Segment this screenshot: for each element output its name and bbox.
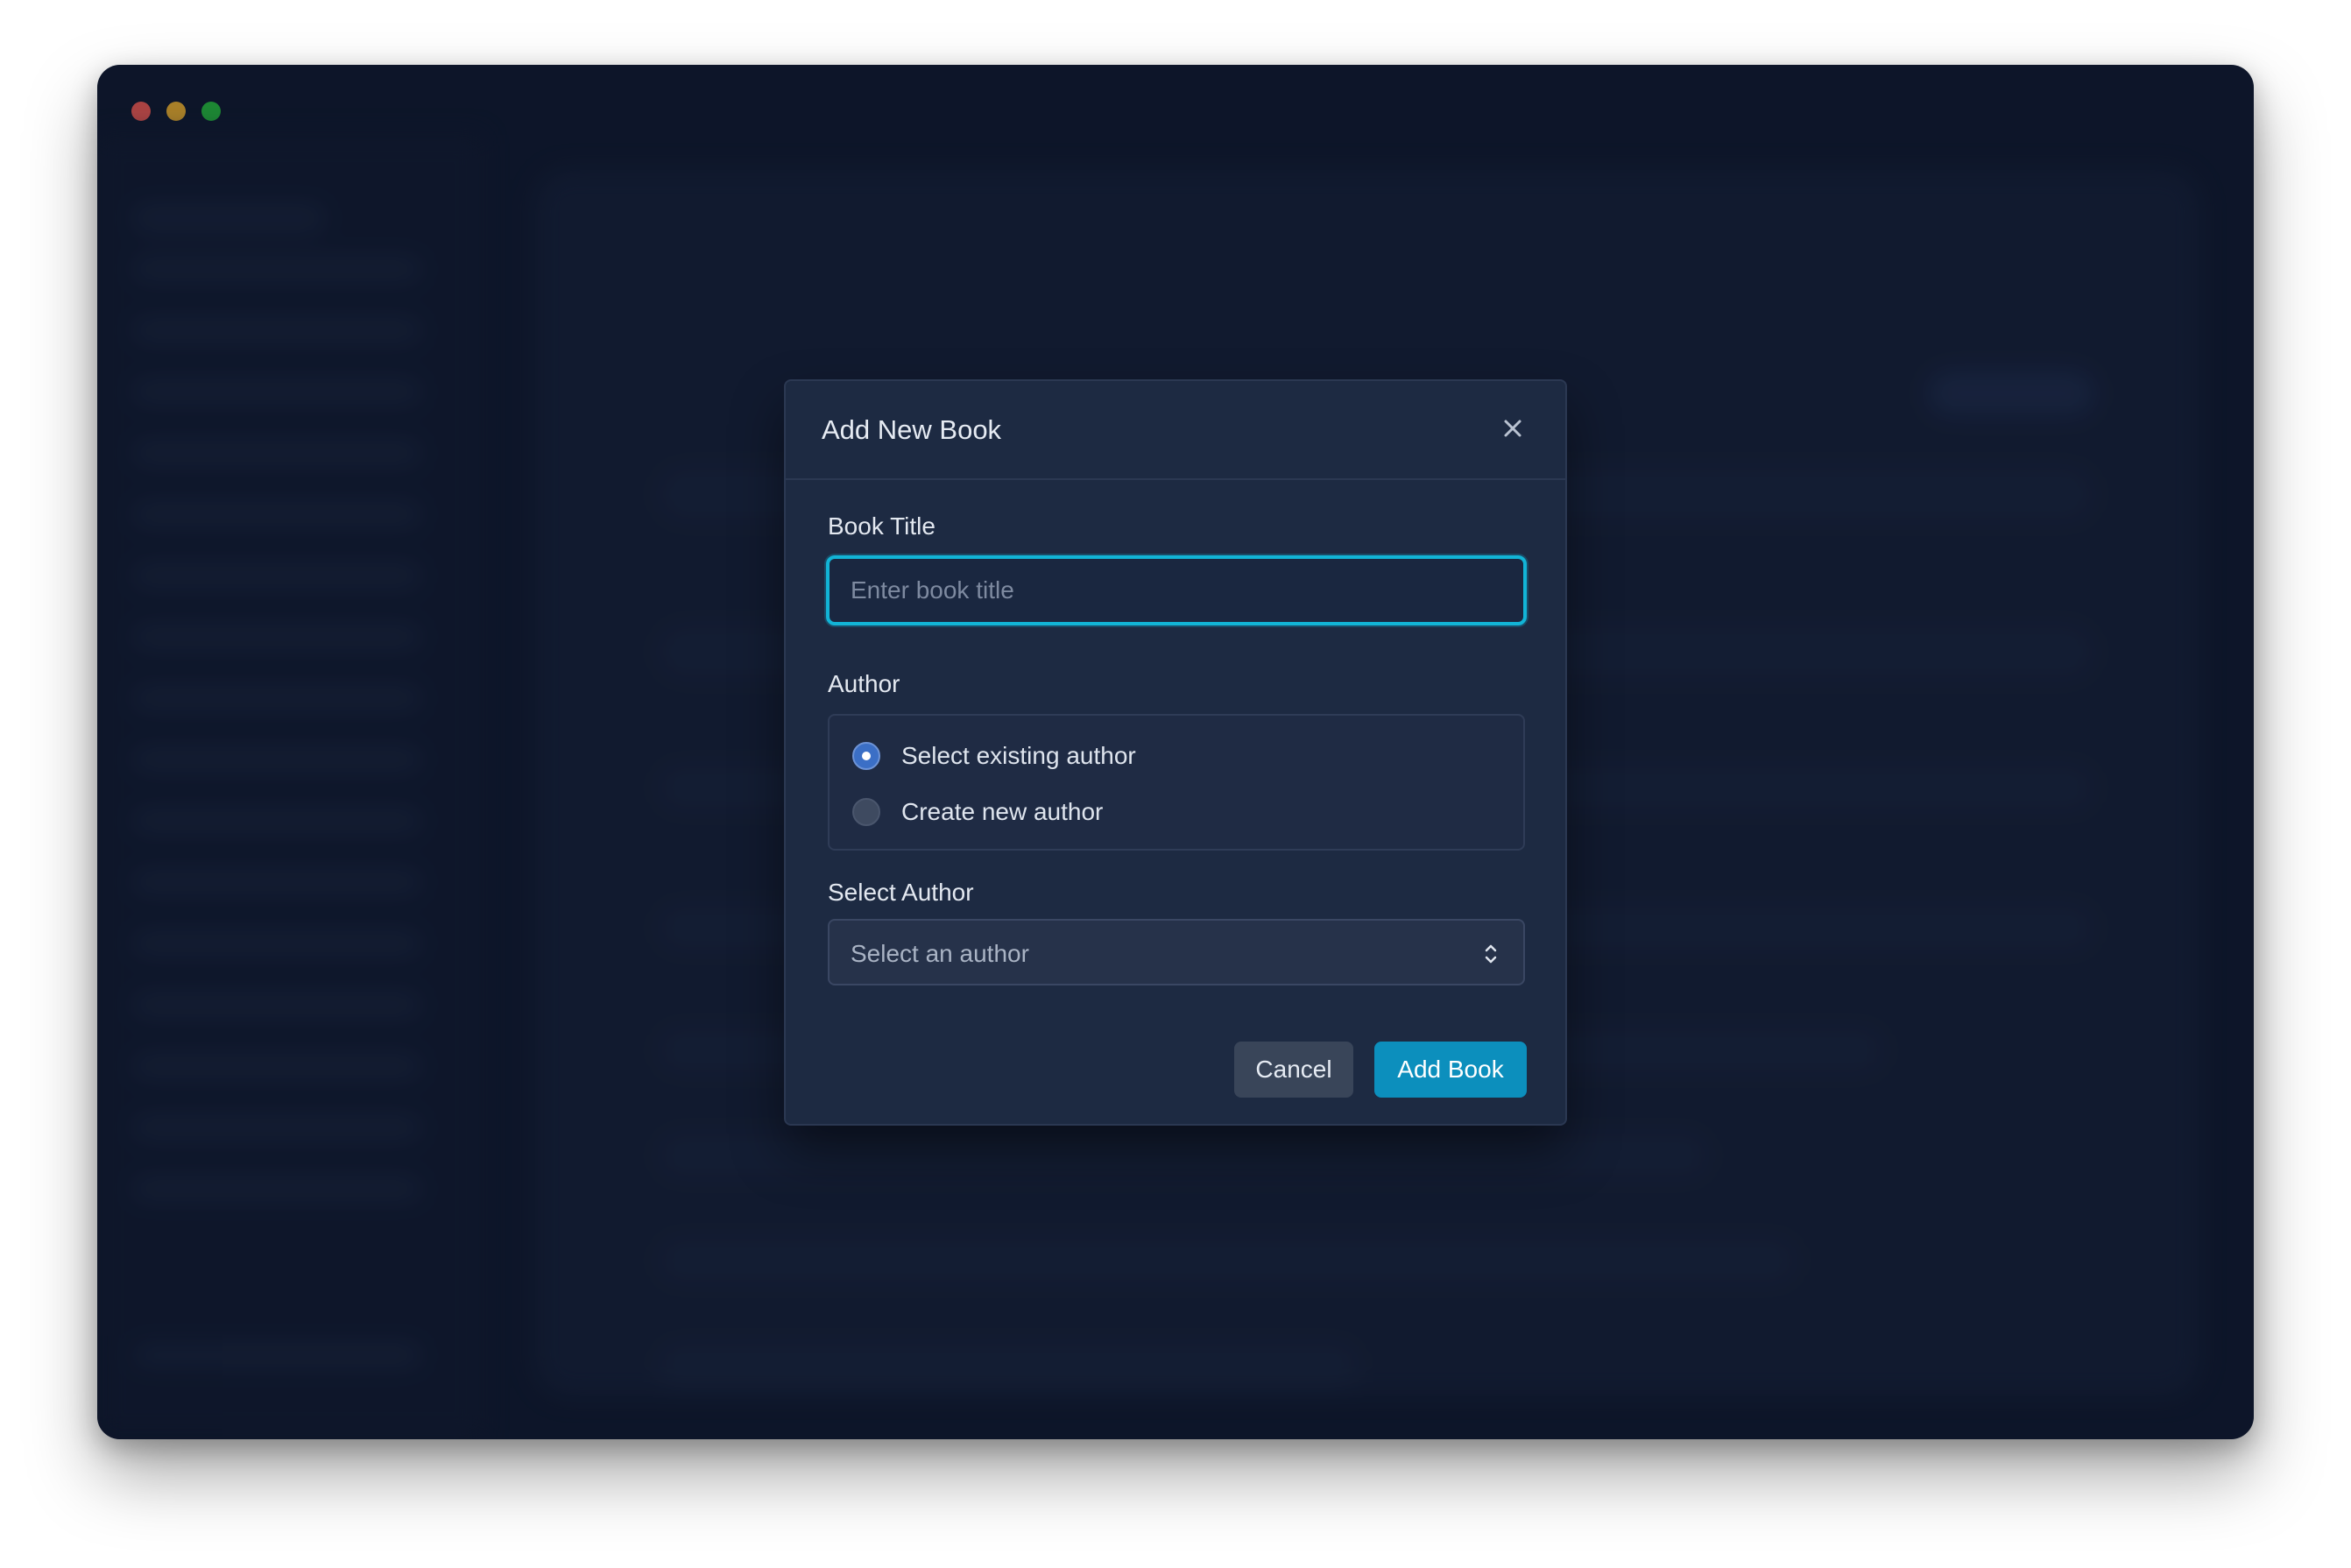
- radio-create-new-author[interactable]: Create new author: [852, 795, 1103, 830]
- close-button[interactable]: [1495, 411, 1530, 446]
- radio-label: Select existing author: [901, 742, 1136, 769]
- book-title-label: Book Title: [828, 512, 935, 540]
- dialog-title: Add New Book: [822, 414, 1002, 445]
- cancel-button[interactable]: Cancel: [1234, 1042, 1353, 1098]
- author-label: Author: [828, 670, 900, 697]
- dialog-header: Add New Book: [786, 381, 1565, 480]
- chevron-up-down-icon: [1485, 944, 1497, 964]
- author-select[interactable]: Select an author: [828, 919, 1525, 985]
- author-select-value: Select an author: [851, 940, 1029, 967]
- radio-unchecked-icon[interactable]: [852, 798, 880, 826]
- book-title-input[interactable]: [826, 555, 1527, 625]
- radio-checked-icon[interactable]: [852, 742, 880, 770]
- close-icon: [1504, 420, 1521, 437]
- add-book-button[interactable]: Add Book: [1374, 1042, 1527, 1098]
- add-book-dialog: Add New Book Book Title Author Select ex…: [784, 379, 1567, 1126]
- radio-select-existing-author[interactable]: Select existing author: [852, 738, 1136, 773]
- radio-label: Create new author: [901, 798, 1104, 825]
- author-radio-group: Select existing author Create new author: [828, 714, 1525, 851]
- select-author-label: Select Author: [828, 879, 974, 906]
